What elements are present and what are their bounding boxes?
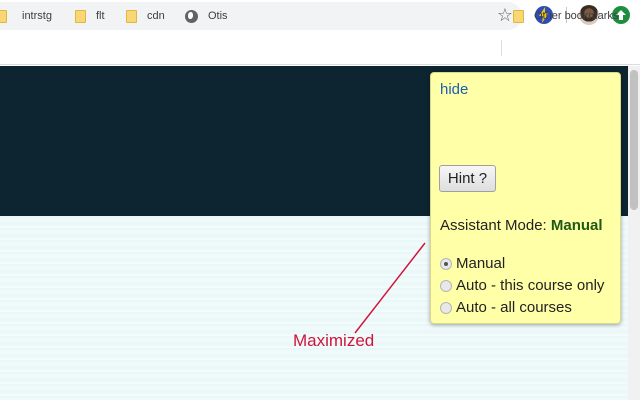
annotation-arrow-line <box>354 242 426 334</box>
annotation-label: Maximized <box>293 331 375 350</box>
